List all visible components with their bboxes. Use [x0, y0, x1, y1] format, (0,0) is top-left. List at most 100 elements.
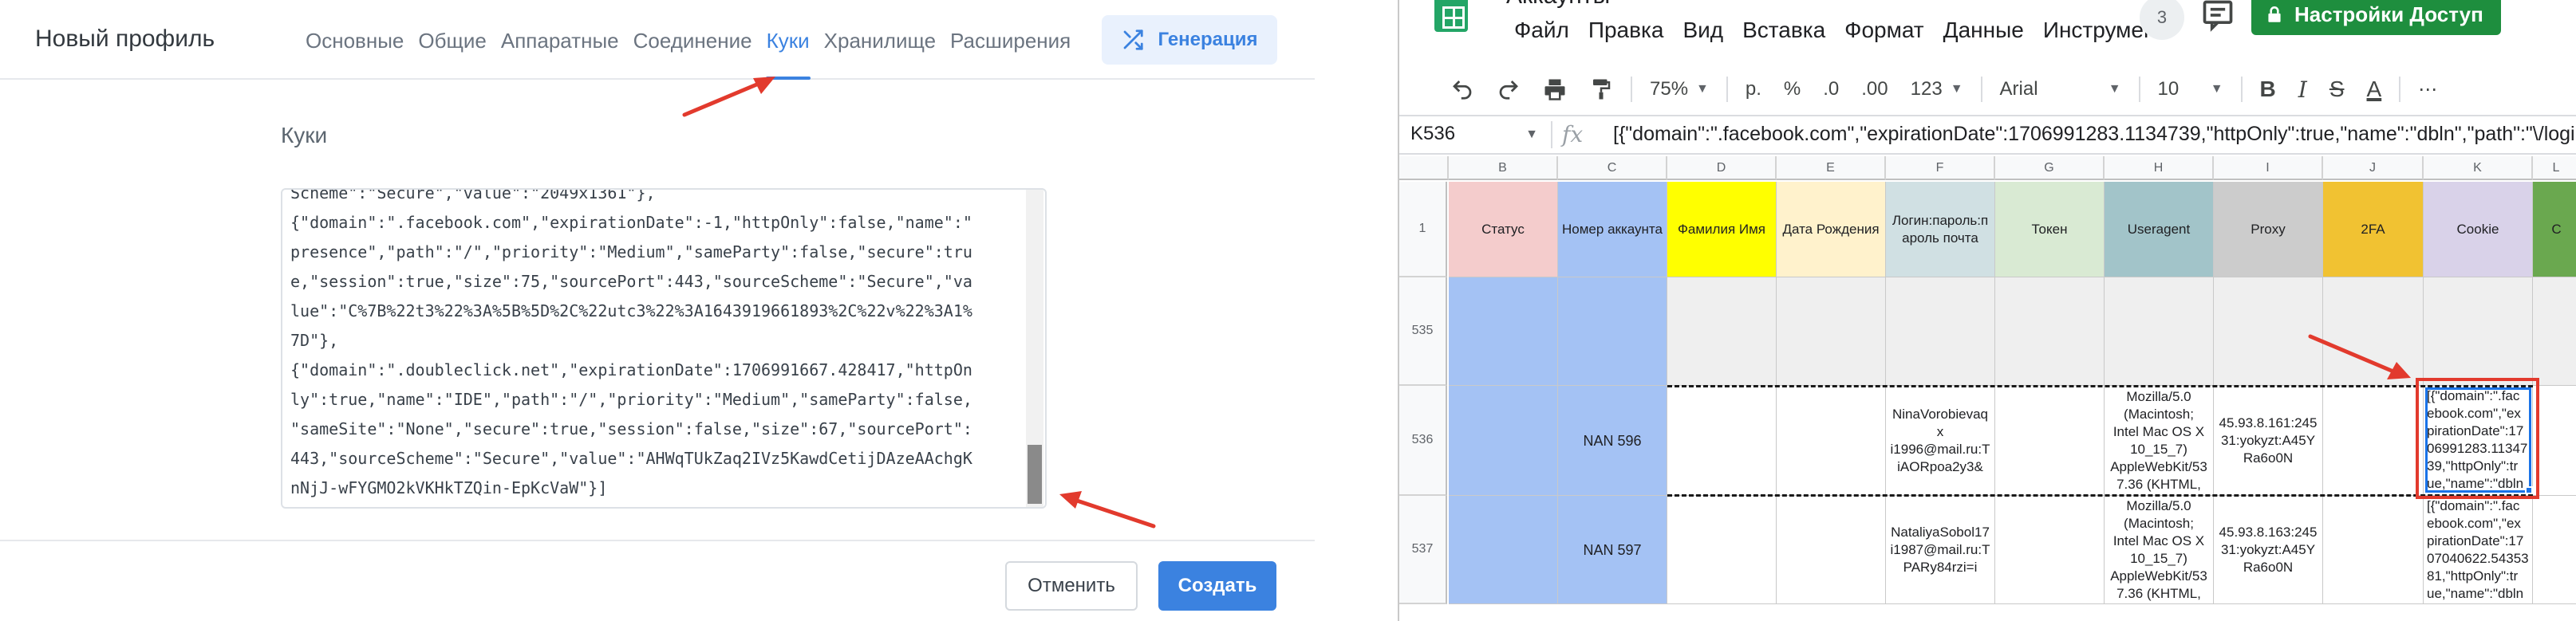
text-color-button[interactable]: A: [2356, 77, 2393, 102]
increase-decimal-button[interactable]: .00: [1850, 78, 1899, 100]
table-cell[interactable]: [2323, 277, 2424, 386]
header-cell[interactable]: Статус: [1449, 182, 1558, 277]
column-header-J[interactable]: J: [2323, 156, 2424, 180]
table-cell[interactable]: [{"domain":".fac ebook.com","ex piration…: [2424, 386, 2533, 496]
table-cell[interactable]: [{"domain":".fac ebook.com","ex piration…: [2424, 496, 2533, 604]
table-cell[interactable]: [2533, 386, 2576, 496]
table-cell[interactable]: [1777, 496, 1886, 604]
table-cell[interactable]: 45.93.8.161:245 31:yokyzt:A45Y Ra6o0N: [2214, 386, 2323, 496]
table-cell[interactable]: [1667, 496, 1777, 604]
grid-corner[interactable]: [1399, 156, 1449, 180]
redo-button[interactable]: [1485, 77, 1532, 101]
menu-item-2[interactable]: Вид: [1673, 18, 1733, 43]
font-size-select[interactable]: 10 ▼: [2147, 78, 2235, 100]
cookies-text[interactable]: Scheme":"Secure","value":"2049x1361"}, {…: [290, 190, 1026, 503]
number-format-select[interactable]: 123 ▼: [1899, 78, 1974, 100]
row-header[interactable]: 1: [1399, 182, 1447, 277]
tab-1[interactable]: Общие: [411, 0, 494, 80]
table-cell[interactable]: [2533, 496, 2576, 604]
row-header[interactable]: 537: [1399, 496, 1447, 604]
paint-format-button[interactable]: [1578, 77, 1624, 101]
table-cell[interactable]: NAN 597: [1558, 496, 1667, 604]
row-header[interactable]: 536: [1399, 386, 1447, 496]
table-cell[interactable]: [2214, 277, 2323, 386]
more-button[interactable]: ⋯: [2407, 78, 2448, 101]
table-cell[interactable]: [1449, 277, 1558, 386]
row-header[interactable]: 535: [1399, 277, 1447, 386]
column-header-D[interactable]: D: [1667, 156, 1777, 180]
create-button[interactable]: Создать: [1158, 561, 1276, 611]
undo-button[interactable]: [1439, 77, 1485, 101]
table-cell[interactable]: [2424, 277, 2533, 386]
tab-3[interactable]: Соединение: [626, 0, 759, 80]
header-cell[interactable]: C: [2533, 182, 2576, 277]
menu-item-3[interactable]: Вставка: [1733, 18, 1835, 43]
italic-button[interactable]: I: [2287, 77, 2318, 103]
zoom-select[interactable]: 75% ▼: [1639, 78, 1720, 100]
table-cell[interactable]: [1995, 496, 2105, 604]
column-header-E[interactable]: E: [1777, 156, 1886, 180]
tab-5[interactable]: Хранилище: [817, 0, 943, 80]
header-cell[interactable]: 2FA: [2323, 182, 2424, 277]
table-cell[interactable]: [1667, 386, 1777, 496]
tab-2[interactable]: Аппаратные: [494, 0, 626, 80]
table-cell[interactable]: [1995, 277, 2105, 386]
table-cell[interactable]: [1777, 277, 1886, 386]
share-button[interactable]: Настройки Доступ: [2251, 0, 2501, 35]
table-cell[interactable]: NinaVorobievaqx i1996@mail.ru:T iAORpoa2…: [1886, 386, 1995, 496]
table-cell[interactable]: 45.93.8.163:245 31:yokyzt:A45Y Ra6o0N: [2214, 496, 2323, 604]
table-cell[interactable]: [1449, 496, 1558, 604]
table-cell[interactable]: [2533, 277, 2576, 386]
generate-button[interactable]: Генерация: [1102, 15, 1277, 65]
formula-input[interactable]: [{"domain":".facebook.com","expirationDa…: [1613, 123, 2576, 146]
tab-0[interactable]: Основные: [298, 0, 411, 80]
header-cell[interactable]: Дата Рождения: [1777, 182, 1886, 277]
table-cell[interactable]: [1886, 277, 1995, 386]
header-cell[interactable]: Фамилия Имя: [1667, 182, 1777, 277]
column-header-B[interactable]: B: [1449, 156, 1558, 180]
header-cell[interactable]: Useragent: [2105, 182, 2214, 277]
table-cell[interactable]: [1667, 277, 1777, 386]
table-cell[interactable]: [1995, 386, 2105, 496]
column-header-G[interactable]: G: [1995, 156, 2105, 180]
column-header-K[interactable]: K: [2424, 156, 2533, 180]
bold-button[interactable]: B: [2249, 77, 2287, 102]
table-cell[interactable]: NAN 596: [1558, 386, 1667, 496]
column-header-H[interactable]: H: [2105, 156, 2214, 180]
table-cell[interactable]: [1449, 386, 1558, 496]
menu-item-1[interactable]: Правка: [1579, 18, 1674, 43]
cookies-textarea[interactable]: Scheme":"Secure","value":"2049x1361"}, {…: [281, 188, 1047, 509]
font-select[interactable]: Arial ▼: [1989, 78, 2132, 100]
menu-item-5[interactable]: Данные: [1934, 18, 2034, 43]
tab-6[interactable]: Расширения: [943, 0, 1078, 80]
table-cell[interactable]: Mozilla/5.0 (Macintosh; Intel Mac OS X 1…: [2105, 496, 2214, 604]
comment-icon[interactable]: [2200, 0, 2235, 33]
column-header-C[interactable]: C: [1558, 156, 1667, 180]
print-button[interactable]: [1532, 77, 1578, 101]
menu-item-4[interactable]: Формат: [1835, 18, 1933, 43]
menu-item-0[interactable]: Файл: [1505, 18, 1579, 43]
cookies-scrollbar-thumb[interactable]: [1028, 445, 1042, 504]
table-cell[interactable]: [2323, 386, 2424, 496]
cookies-scrollbar[interactable]: [1026, 190, 1043, 507]
table-cell[interactable]: [1777, 386, 1886, 496]
collaborators-count[interactable]: 3: [2140, 0, 2184, 40]
table-cell[interactable]: NataliyaSobol17 i1987@mail.ru:T PARy84rz…: [1886, 496, 1995, 604]
cancel-button[interactable]: Отменить: [1005, 561, 1138, 611]
document-title[interactable]: Аккаунты: [1506, 0, 1610, 10]
table-cell[interactable]: [1558, 277, 1667, 386]
name-box[interactable]: K536 ▼: [1410, 123, 1538, 145]
column-header-F[interactable]: F: [1886, 156, 1995, 180]
currency-format-button[interactable]: р.: [1734, 78, 1773, 100]
strikethrough-button[interactable]: S: [2318, 77, 2356, 102]
column-header-I[interactable]: I: [2214, 156, 2323, 180]
table-cell[interactable]: Mozilla/5.0 (Macintosh; Intel Mac OS X 1…: [2105, 386, 2214, 496]
decrease-decimal-button[interactable]: .0: [1812, 78, 1850, 100]
column-header-L[interactable]: L: [2533, 156, 2576, 180]
tab-4[interactable]: Куки: [759, 0, 817, 80]
header-cell[interactable]: Cookie: [2424, 182, 2533, 277]
header-cell[interactable]: Proxy: [2214, 182, 2323, 277]
table-cell[interactable]: [2105, 277, 2214, 386]
header-cell[interactable]: Номер аккаунта: [1558, 182, 1667, 277]
header-cell[interactable]: Логин:пароль:п ароль почта: [1886, 182, 1995, 277]
